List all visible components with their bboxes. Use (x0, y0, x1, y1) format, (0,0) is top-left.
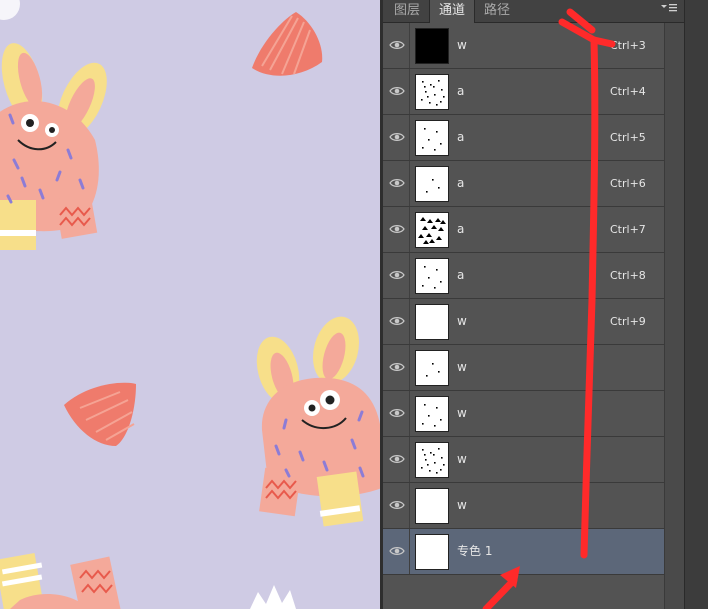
channel-row[interactable]: a Ctrl+7 (383, 207, 664, 253)
channel-name[interactable]: a (457, 207, 464, 252)
channel-row[interactable]: w Ctrl+9 (383, 299, 664, 345)
document-canvas[interactable] (0, 0, 382, 609)
eye-icon[interactable] (389, 497, 405, 513)
row-separator (409, 299, 410, 344)
channel-shortcut: Ctrl+3 (610, 39, 646, 52)
channel-row[interactable]: a Ctrl+6 (383, 161, 664, 207)
channel-row[interactable]: a Ctrl+8 (383, 253, 664, 299)
channel-thumbnail[interactable] (415, 396, 449, 432)
channel-row[interactable]: w (383, 345, 664, 391)
white-flower-bottom (250, 585, 296, 609)
channel-thumbnail[interactable] (415, 258, 449, 294)
channel-name[interactable]: w (457, 345, 467, 390)
channel-thumbnail[interactable] (415, 166, 449, 202)
row-separator (409, 529, 410, 574)
channel-name[interactable]: w (457, 391, 467, 436)
eye-icon[interactable] (389, 221, 405, 237)
eye-icon[interactable] (389, 313, 405, 329)
row-separator (409, 161, 410, 206)
panel-bottom-bar (383, 578, 664, 609)
eye-icon[interactable] (389, 405, 405, 421)
row-separator (409, 207, 410, 252)
channel-name[interactable]: w (457, 299, 467, 344)
channel-name[interactable]: w (457, 23, 467, 68)
panel-menu-icon[interactable] (658, 2, 680, 20)
channel-name[interactable]: w (457, 437, 467, 482)
monster-right (256, 316, 382, 527)
channel-shortcut: Ctrl+7 (610, 223, 646, 236)
tab-channels[interactable]: 通道 (429, 0, 475, 23)
row-separator (409, 69, 410, 114)
channel-list-scrollbar[interactable] (664, 23, 685, 609)
channel-row[interactable]: w (383, 437, 664, 483)
channel-name[interactable]: a (457, 69, 464, 114)
eye-icon[interactable] (389, 175, 405, 191)
channel-name[interactable]: a (457, 115, 464, 160)
row-separator (409, 115, 410, 160)
row-separator (409, 253, 410, 298)
tab-layers[interactable]: 图层 (389, 0, 425, 22)
channel-list: w Ctrl+3 a Ctrl+4 a Ctrl+5 a Ctrl+6 a Ctrl+7 a Ctrl… (383, 23, 664, 578)
eye-icon[interactable] (389, 451, 405, 467)
row-separator (409, 437, 410, 482)
channel-name[interactable]: a (457, 161, 464, 206)
channel-row[interactable]: 专色 1 (383, 529, 664, 575)
row-separator (409, 391, 410, 436)
channel-thumbnail[interactable] (415, 28, 449, 64)
channel-name[interactable]: 专色 1 (457, 529, 492, 574)
monster-bottom-left (0, 552, 122, 609)
channel-shortcut: Ctrl+9 (610, 315, 646, 328)
channel-name[interactable]: a (457, 253, 464, 298)
channel-row[interactable]: a Ctrl+5 (383, 115, 664, 161)
channel-shortcut: Ctrl+8 (610, 269, 646, 282)
channel-thumbnail[interactable] (415, 212, 449, 248)
eye-icon[interactable] (389, 37, 405, 53)
eye-icon[interactable] (389, 267, 405, 283)
row-separator (409, 23, 410, 68)
channel-thumbnail[interactable] (415, 304, 449, 340)
channel-thumbnail[interactable] (415, 74, 449, 110)
channel-shortcut: Ctrl+4 (610, 85, 646, 98)
channel-row[interactable]: w (383, 391, 664, 437)
row-separator (409, 345, 410, 390)
eye-icon[interactable] (389, 543, 405, 559)
channel-row[interactable]: w Ctrl+3 (383, 23, 664, 69)
channel-thumbnail[interactable] (415, 350, 449, 386)
shell-shape-middle (64, 382, 136, 446)
channel-thumbnail[interactable] (415, 442, 449, 478)
panel-tab-bar: 图层 通道 路径 (383, 0, 708, 23)
shell-shape-top (252, 12, 323, 76)
channel-thumbnail[interactable] (415, 120, 449, 156)
dock-collapse-strip[interactable] (684, 0, 708, 609)
channels-panel: 图层 通道 路径 w Ctrl+3 a Ctrl+4 a Ctrl+5 a Ctrl+6 a Ct… (383, 0, 708, 609)
channel-name[interactable]: w (457, 483, 467, 528)
eye-icon[interactable] (389, 359, 405, 375)
row-separator (409, 483, 410, 528)
channel-thumbnail[interactable] (415, 488, 449, 524)
eye-icon[interactable] (389, 129, 405, 145)
monster-left (0, 43, 107, 250)
eye-icon[interactable] (389, 83, 405, 99)
tab-paths[interactable]: 路径 (477, 0, 517, 22)
channel-row[interactable]: w (383, 483, 664, 529)
channel-shortcut: Ctrl+5 (610, 131, 646, 144)
channel-thumbnail[interactable] (415, 534, 449, 570)
channel-row[interactable]: a Ctrl+4 (383, 69, 664, 115)
channel-shortcut: Ctrl+6 (610, 177, 646, 190)
pattern-illustration (0, 0, 382, 609)
